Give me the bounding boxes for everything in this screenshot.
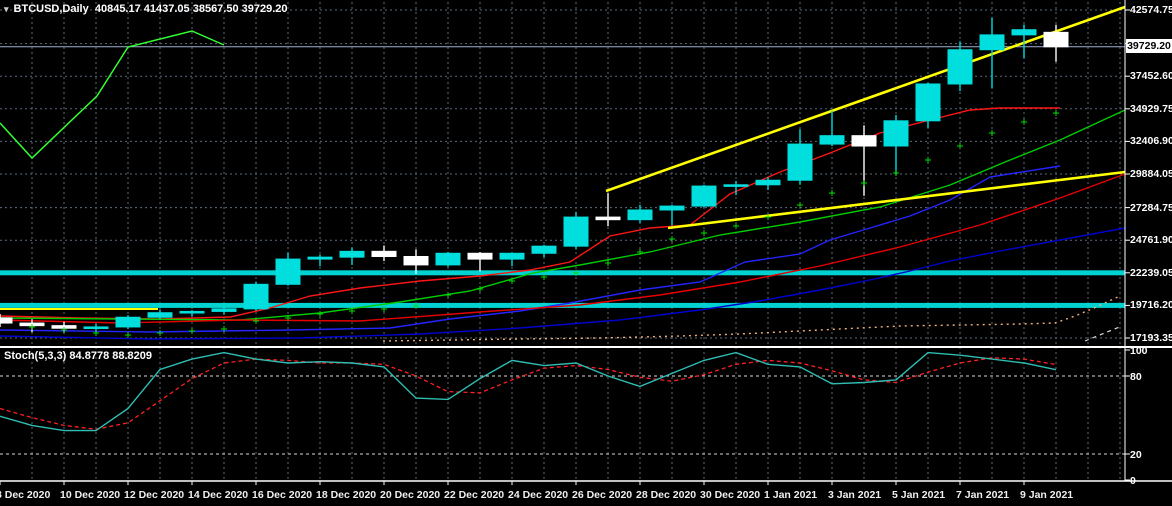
candle-bull bbox=[787, 129, 813, 185]
candle-bull bbox=[883, 114, 909, 174]
candle-bull bbox=[211, 306, 237, 315]
candle-bull bbox=[307, 254, 333, 267]
candle-bull bbox=[1011, 24, 1037, 59]
candle-bear bbox=[1043, 24, 1069, 62]
candle-bear bbox=[595, 193, 621, 227]
stochastic-main-line bbox=[0, 351, 1057, 432]
stochastic-panel bbox=[0, 351, 1057, 432]
candle-bear bbox=[371, 245, 397, 262]
candle-bear bbox=[467, 251, 493, 272]
white-dashed-segment bbox=[1084, 325, 1123, 342]
candle-bull bbox=[563, 211, 589, 250]
candlesticks bbox=[0, 17, 1069, 334]
candle-bull bbox=[659, 204, 685, 226]
candle-bull bbox=[499, 252, 525, 267]
candle-bull bbox=[915, 82, 941, 128]
candle-bull bbox=[979, 17, 1005, 88]
candle-bull bbox=[755, 177, 781, 190]
green-zigzag-line bbox=[0, 30, 225, 160]
candle-bull bbox=[531, 244, 557, 258]
candle-bull bbox=[275, 252, 301, 286]
horizontal-level-bands bbox=[0, 270, 1125, 308]
candle-bull bbox=[179, 310, 205, 317]
stochastic-signal-line bbox=[0, 357, 1057, 430]
candle-bull bbox=[819, 110, 845, 147]
candle-bear bbox=[403, 249, 429, 274]
candle-bull bbox=[115, 315, 141, 329]
candle-bull bbox=[691, 184, 717, 208]
trading-chart-window: ▾ BTCUSD,Daily 40845.17 41437.05 38567.50… bbox=[0, 0, 1172, 506]
resistance-band-upper bbox=[0, 270, 1125, 276]
chart-expander-icon[interactable]: ▾ bbox=[4, 4, 9, 14]
chart-canvas[interactable] bbox=[0, 0, 1172, 506]
candle-bull bbox=[147, 309, 173, 320]
candle-bull bbox=[435, 251, 461, 267]
candle-bull bbox=[339, 247, 365, 265]
candle-bull bbox=[243, 281, 269, 311]
candle-bull bbox=[947, 41, 973, 92]
